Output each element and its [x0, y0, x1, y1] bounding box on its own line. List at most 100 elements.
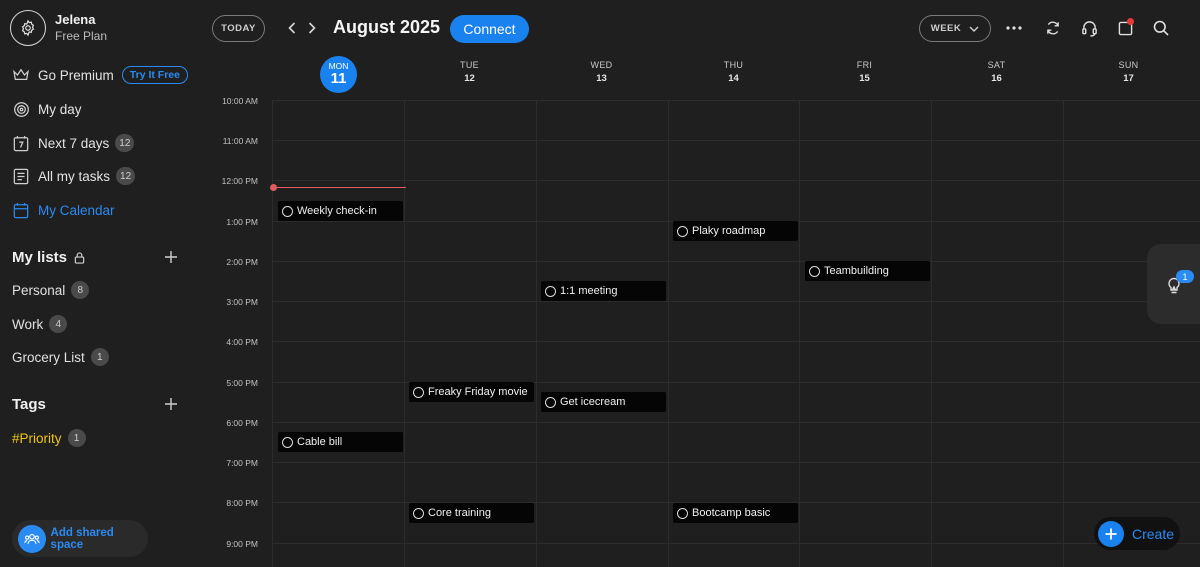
time-label: 8:00 PM — [226, 498, 258, 508]
target-icon — [12, 100, 30, 118]
complete-checkbox[interactable] — [677, 507, 688, 519]
add-shared-space-button[interactable]: Add shared space — [12, 520, 148, 557]
day-number: 13 — [596, 73, 607, 84]
event-title: Freaky Friday movie — [428, 386, 528, 398]
gear-icon[interactable] — [10, 10, 46, 46]
time-label: 6:00 PM — [226, 418, 258, 428]
nav-all-my-tasks[interactable]: All my tasks 12 — [12, 166, 136, 186]
current-time-line — [274, 187, 406, 188]
day-header-fri[interactable]: FRI 15 — [799, 60, 930, 84]
list-item-personal[interactable]: Personal 8 — [12, 281, 90, 299]
day-name: THU — [723, 60, 744, 70]
hour-line — [272, 543, 1200, 544]
time-label: 1:00 PM — [226, 217, 258, 227]
list-item-label: Work — [12, 316, 44, 332]
day-header-tue[interactable]: TUE 12 — [404, 60, 535, 84]
event-teambuilding[interactable]: Teambuilding — [805, 261, 930, 281]
tag-item-priority[interactable]: #Priority 1 — [12, 429, 86, 447]
search-icon[interactable] — [1151, 18, 1171, 38]
event-title: Weekly check-in — [297, 205, 377, 217]
day-header-today[interactable]: MON 11 — [320, 56, 357, 93]
notification-dot — [1127, 18, 1134, 25]
complete-checkbox[interactable] — [413, 507, 424, 519]
add-tag-button[interactable] — [164, 397, 178, 411]
list-item-work[interactable]: Work 4 — [12, 315, 68, 333]
try-it-free-button[interactable]: Try It Free — [121, 66, 188, 84]
count-badge: 1 — [90, 348, 109, 366]
day-number: 11 — [330, 70, 347, 87]
tag-label: #Priority — [12, 430, 62, 446]
day-header-thu[interactable]: THU 14 — [668, 60, 799, 84]
my-lists-heading: My lists — [12, 249, 85, 266]
nav-my-day[interactable]: My day — [12, 99, 82, 119]
complete-checkbox[interactable] — [282, 436, 293, 448]
view-label: WEEK — [930, 23, 962, 34]
event-bootcamp-basic[interactable]: Bootcamp basic — [673, 503, 798, 523]
day-number: 14 — [728, 73, 739, 84]
day-header-wed[interactable]: WED 13 — [536, 60, 667, 84]
complete-checkbox[interactable] — [677, 225, 688, 237]
list-item-grocery[interactable]: Grocery List 1 — [12, 348, 109, 366]
event-title: 1:1 meeting — [560, 285, 618, 297]
today-button[interactable]: TODAY — [212, 15, 265, 42]
nav-my-calendar[interactable]: My Calendar — [12, 200, 115, 220]
event-cable-bill[interactable]: Cable bill — [278, 432, 403, 452]
day-name: TUE — [460, 60, 479, 70]
day-header-sat[interactable]: SAT 16 — [931, 60, 1062, 84]
complete-checkbox[interactable] — [545, 396, 556, 408]
my-lists-title: My lists — [12, 249, 68, 266]
nav-next-7-days[interactable]: Next 7 days 12 — [12, 133, 135, 153]
profile[interactable]: Jelena Free Plan — [10, 10, 107, 46]
day-header-sun[interactable]: SUN 17 — [1063, 60, 1194, 84]
suggestions-panel-toggle[interactable] — [1147, 244, 1200, 324]
event-1-1-meeting[interactable]: 1:1 meeting — [541, 281, 666, 301]
profile-name: Jelena — [55, 12, 96, 27]
calendar-grid[interactable] — [272, 100, 1200, 567]
tags-title: Tags — [12, 396, 46, 413]
nav-my-calendar-label: My Calendar — [38, 202, 115, 218]
event-freaky-friday-movie[interactable]: Freaky Friday movie — [409, 382, 534, 402]
event-plaky-roadmap[interactable]: Plaky roadmap — [673, 221, 798, 241]
event-title: Teambuilding — [824, 265, 889, 277]
chevron-left-icon[interactable] — [285, 20, 299, 36]
connect-button[interactable]: Connect — [450, 15, 529, 43]
day-column-line — [799, 100, 800, 567]
event-core-training[interactable]: Core training — [409, 503, 534, 523]
hour-line — [272, 341, 1200, 342]
day-number: 16 — [991, 73, 1002, 84]
day-name: FRI — [856, 60, 873, 70]
calendar-7-icon — [12, 134, 30, 152]
time-label: 5:00 PM — [226, 378, 258, 388]
hour-line — [272, 100, 1200, 101]
sync-icon[interactable] — [1043, 18, 1063, 38]
hour-line — [272, 301, 1200, 302]
view-selector[interactable]: WEEK — [919, 15, 991, 42]
event-title: Bootcamp basic — [692, 507, 771, 519]
hour-line — [272, 140, 1200, 141]
time-label: 12:00 PM — [221, 176, 258, 186]
time-label: 11:00 AM — [222, 136, 258, 146]
sidebar: Jelena Free Plan Go Premium Try It Free … — [0, 0, 200, 567]
event-weekly-check-in[interactable]: Weekly check-in — [278, 201, 403, 221]
complete-checkbox[interactable] — [545, 285, 556, 297]
nav-go-premium[interactable]: Go Premium Try It Free — [12, 65, 188, 85]
current-time-dot — [270, 184, 277, 191]
hour-line — [272, 422, 1200, 423]
more-icon[interactable] — [1004, 18, 1024, 38]
day-column-line — [1063, 100, 1064, 567]
create-button[interactable]: Create — [1094, 517, 1180, 550]
nav-next-7-days-label: Next 7 days — [38, 135, 110, 151]
hour-line — [272, 462, 1200, 463]
day-number: 17 — [1123, 73, 1134, 84]
count-badge: 12 — [115, 134, 135, 152]
event-get-icecream[interactable]: Get icecream — [541, 392, 666, 412]
chevron-right-icon[interactable] — [305, 20, 319, 36]
add-list-button[interactable] — [164, 250, 178, 264]
list-item-label: Grocery List — [12, 349, 85, 365]
complete-checkbox[interactable] — [809, 265, 820, 277]
headset-icon[interactable] — [1079, 18, 1099, 38]
suggestions-count-badge: 1 — [1176, 270, 1194, 283]
nav-go-premium-label: Go Premium — [38, 67, 114, 83]
complete-checkbox[interactable] — [413, 386, 424, 398]
complete-checkbox[interactable] — [282, 205, 293, 217]
